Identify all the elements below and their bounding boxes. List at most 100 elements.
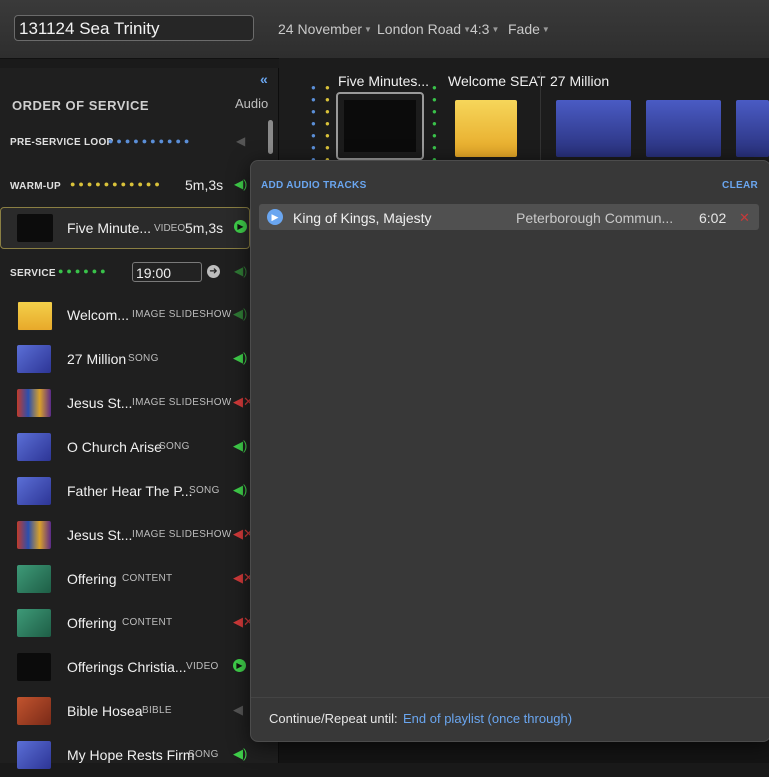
item-name: Offering [67,571,117,587]
speaker-off-icon[interactable]: ◀ [233,702,243,718]
item-kind: BIBLE [142,705,172,716]
item-name: Bible Hosea [67,703,143,719]
item-kind: VIDEO [154,223,186,234]
play-icon[interactable]: ▶ [267,209,283,225]
location-dropdown[interactable]: London Road ▼ [377,21,471,37]
date-dropdown-label: 24 November [278,21,363,37]
song-thumbnail [17,345,51,373]
audio-column-label: Audio [235,96,269,111]
selected-item-row[interactable]: Five Minute... VIDEO 5m,3s ▶ [0,207,250,249]
list-item[interactable]: Offering CONTENT ◀✕ [0,601,254,645]
list-item[interactable]: Offering CONTENT ◀✕ [0,557,254,601]
image-thumbnail [17,389,51,417]
item-kind: SONG [128,353,159,364]
speaker-off-icon[interactable]: ◀ [236,134,245,148]
service-label[interactable]: SERVICE [10,268,56,279]
pre-service-loop-label[interactable]: PRE-SERVICE LOOP [10,137,114,148]
item-name: Father Hear The P... [67,483,193,499]
list-item[interactable]: Welcom... IMAGE SLIDESHOW ◀) [0,293,250,337]
clear-button[interactable]: CLEAR [722,180,758,191]
list-item[interactable]: 27 Million SONG ◀) [0,337,250,381]
list-item[interactable]: Father Hear The P... SONG ◀) [0,469,250,513]
item-name: 27 Million [67,351,127,367]
item-kind: VIDEO [186,661,219,672]
item-duration: 5m,3s [185,220,224,236]
item-kind: CONTENT [122,573,173,584]
audio-tracks-popup: ADD AUDIO TRACKS CLEAR ▶ King of Kings, … [250,160,769,742]
speaker-on-icon[interactable]: ◀) [233,438,247,454]
order-of-service-sidebar: « ORDER OF SERVICE Audio PRE-SERVICE LOO… [0,68,279,769]
speaker-on-icon[interactable]: ◀) [234,264,247,278]
slide-thumbnail[interactable] [646,100,721,157]
slide-title: Welcome SEAT [448,73,546,89]
slide-thumbnail[interactable] [736,100,769,157]
progress-dots: ●●●●●●● [325,83,330,164]
track-duration: 6:02 [699,210,727,226]
warm-up-duration: 5m,3s [185,177,224,193]
item-name: O Church Arise [67,439,162,455]
slide-thumbnail[interactable] [556,100,631,157]
item-name: My Hope Rests Firm [67,747,195,763]
song-thumbnail [17,741,51,769]
chevron-down-icon: ▼ [364,25,372,34]
list-item[interactable]: Jesus St... IMAGE SLIDESHOW ◀✕ [0,381,254,425]
collapse-sidebar-icon[interactable]: « [260,71,268,87]
add-audio-tracks-button[interactable]: ADD AUDIO TRACKS [261,180,367,191]
speaker-on-icon[interactable]: ◀) [233,746,247,762]
item-name: Jesus St... [67,395,133,411]
item-name: Five Minute... [67,220,152,236]
slide-thumbnail [344,100,416,152]
speaker-on-icon[interactable]: ◀) [233,306,247,322]
track-artist: Peterborough Commun... [516,210,674,226]
item-kind: IMAGE SLIDESHOW [132,529,232,540]
song-thumbnail [17,477,51,505]
service-title-field[interactable]: 131124 Sea Trinity [14,15,254,41]
chevron-down-icon: ▼ [491,25,500,34]
sidebar-title: ORDER OF SERVICE [12,98,150,113]
slide-title: 27 Million [550,73,610,89]
audio-track-row[interactable]: ▶ King of Kings, Majesty Peterborough Co… [259,204,759,230]
date-dropdown[interactable]: 24 November ▼ [278,21,372,37]
divider [251,697,769,698]
warm-up-label[interactable]: WARM-UP [10,181,61,192]
item-kind: SONG [159,441,190,452]
speaker-on-icon[interactable]: ◀) [234,177,247,191]
item-name: Welcom... [67,307,129,323]
speaker-on-icon[interactable]: ◀) [233,350,247,366]
pre-service-progress-dots: ●●●●●●●●●● [108,136,193,146]
speaker-on-icon[interactable]: ◀) [233,482,247,498]
item-name: Offering [67,615,117,631]
scrollbar-thumb[interactable] [268,120,273,154]
list-item[interactable]: O Church Arise SONG ◀) [0,425,250,469]
list-item[interactable]: Jesus St... IMAGE SLIDESHOW ◀✕ [0,513,254,557]
bottom-thumbnail-strip [279,740,769,763]
repeat-until-link[interactable]: End of playlist (once through) [403,711,572,726]
service-progress-dots: ●●●●●● [58,266,109,276]
item-kind: IMAGE SLIDESHOW [132,397,232,408]
bible-thumbnail [17,697,51,725]
content-thumbnail [17,609,51,637]
transition-dropdown[interactable]: Fade ▼ [508,21,550,37]
image-thumbnail [17,521,51,549]
progress-dots: ●●●●●●● [432,83,437,164]
video-thumbnail [17,214,53,242]
item-kind: SONG [189,485,220,496]
list-item[interactable]: Offerings Christia... VIDEO ▶ [0,645,250,689]
arrow-right-icon[interactable]: ➜ [207,265,220,278]
item-kind: SONG [188,749,219,760]
remove-track-icon[interactable]: ✕ [739,210,750,226]
play-icon[interactable]: ▶ [233,659,246,672]
song-thumbnail [17,433,51,461]
aspect-ratio-label: 4:3 [470,21,490,37]
item-name: Jesus St... [67,527,133,543]
repeat-until-label: Continue/Repeat until: [269,711,398,726]
aspect-ratio-dropdown[interactable]: 4:3 ▼ [470,21,499,37]
selected-slide-frame[interactable] [336,92,424,160]
top-bar: 131124 Sea Trinity 24 November ▼ London R… [0,0,769,59]
service-start-time-input[interactable]: 19:00 [132,262,202,282]
play-icon[interactable]: ▶ [234,220,247,233]
list-item[interactable]: My Hope Rests Firm SONG ◀) [0,733,250,777]
slide-thumbnail[interactable] [455,100,517,157]
list-item[interactable]: Bible Hosea BIBLE ◀ [0,689,250,733]
warm-up-progress-dots: ●●●●●●●●●●● [70,179,163,189]
